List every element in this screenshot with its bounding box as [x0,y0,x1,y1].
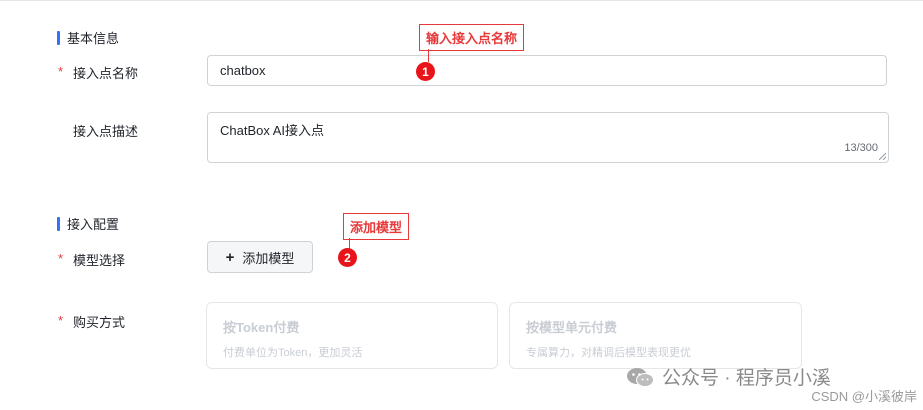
description-value: ChatBox AI接入点 [220,123,325,138]
name-input-value: chatbox [220,63,266,78]
section-title-basic-text: 基本信息 [67,31,120,46]
purchase-label: 购买方式 [73,315,126,330]
top-divider [0,0,923,1]
purchase-option-desc: 付费单位为Token，更加灵活 [223,347,363,359]
add-model-button[interactable]: + 添加模型 [207,241,313,273]
purchase-option-token[interactable]: 按Token付费 付费单位为Token，更加灵活 [206,302,498,369]
required-mark: * [58,64,64,79]
add-model-button-label: 添加模型 [242,250,295,266]
annotation-badge-2: 2 [338,248,357,267]
section-title-access-text: 接入配置 [67,217,120,232]
annotation-badge-1: 1 [416,62,435,81]
char-counter: 13/300 [844,142,878,154]
annotation-leader-line [428,49,429,62]
description-label: 接入点描述 [73,124,139,139]
resize-handle[interactable] [879,153,886,160]
section-title-basic: 基本信息 [57,28,119,47]
annotation-callout-2: 添加模型 [343,213,410,240]
annotation-callout-1: 输入接入点名称 [419,24,525,51]
section-title-access: 接入配置 [57,214,119,233]
required-mark: * [58,251,64,266]
wechat-watermark: 公众号 · 程序员小溪 [626,363,831,390]
plus-icon: + [225,248,235,266]
model-label: 模型选择 [73,253,126,268]
name-label: 接入点名称 [73,66,139,81]
wechat-watermark-text: 公众号 · 程序员小溪 [662,368,831,389]
purchase-option-title: 按Token付费 [223,320,300,335]
section-accent-bar [57,216,60,231]
required-mark: * [58,313,64,328]
csdn-watermark: CSDN @小溪彼岸 [811,389,917,404]
description-textarea[interactable]: ChatBox AI接入点 13/300 [207,112,889,163]
wechat-icon [627,367,654,387]
purchase-option-desc: 专属算力，对精调后模型表现更优 [526,347,691,359]
purchase-option-model-unit[interactable]: 按模型单元付费 专属算力，对精调后模型表现更优 [509,302,802,369]
section-accent-bar [57,30,60,45]
purchase-option-title: 按模型单元付费 [526,320,618,335]
name-input[interactable]: chatbox [207,55,887,86]
